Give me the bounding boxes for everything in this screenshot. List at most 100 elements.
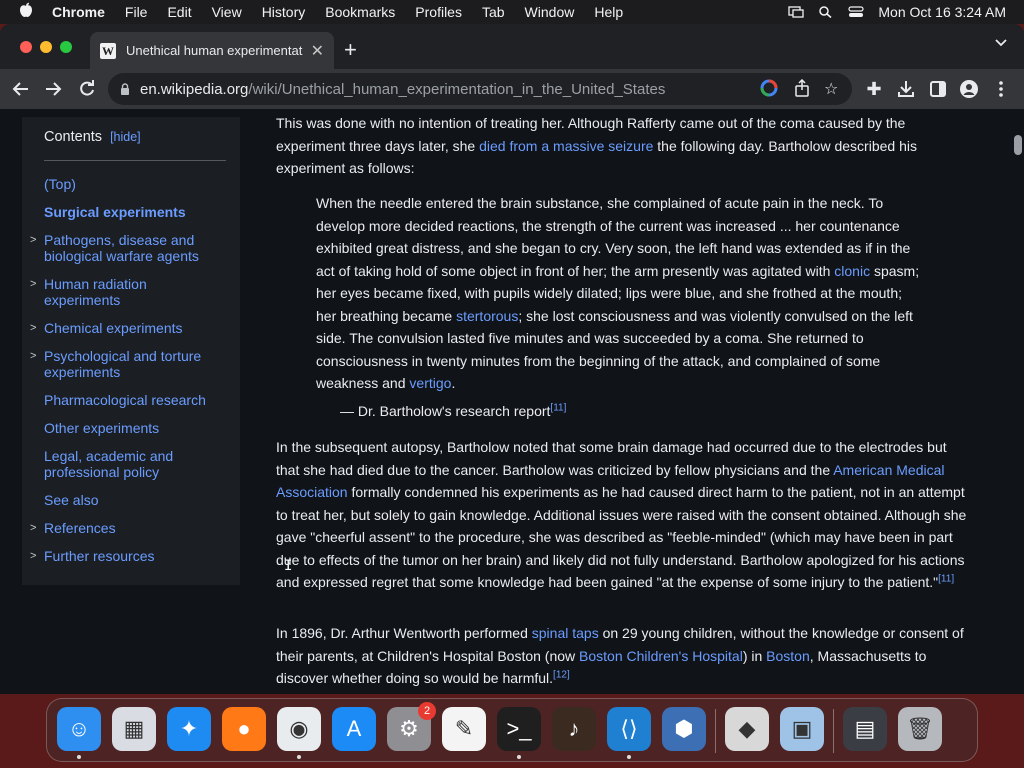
paragraph: In 1896, Dr. Arthur Wentworth performed … — [276, 622, 970, 690]
download-icon[interactable] — [897, 80, 915, 98]
dock-separator — [715, 709, 716, 753]
running-indicator — [77, 755, 81, 759]
running-indicator — [517, 755, 521, 759]
toc-expand-chevron-icon[interactable]: > — [30, 234, 36, 246]
toc-expand-chevron-icon[interactable]: > — [30, 278, 36, 290]
menu-edit[interactable]: Edit — [157, 4, 201, 20]
toc-expand-chevron-icon[interactable]: > — [30, 550, 36, 562]
paragraph-text: ) in — [742, 647, 767, 664]
finder-icon[interactable]: ☺ — [57, 707, 101, 751]
window-minimize-button[interactable] — [40, 41, 52, 53]
safari-icon[interactable]: ✦ — [167, 707, 211, 751]
paragraph: In the subsequent autopsy, Bartholow not… — [276, 436, 970, 594]
menu-history[interactable]: History — [252, 4, 316, 20]
toc-item-human-radiation[interactable]: Human radiation experiments — [44, 276, 220, 308]
link-spinal-taps[interactable]: spinal taps — [532, 625, 599, 641]
menu-tab[interactable]: Tab — [472, 4, 515, 20]
text-cursor-icon: I — [284, 558, 293, 574]
virtualbox-icon[interactable]: ⬢ — [662, 707, 706, 751]
toc-item-pathogens[interactable]: Pathogens, disease and biological warfar… — [44, 232, 220, 264]
spotlight-search-icon[interactable] — [818, 6, 834, 18]
back-arrow-icon[interactable] — [12, 81, 30, 97]
trash-icon[interactable]: 🗑 — [898, 707, 942, 751]
toc-item-other-experiments[interactable]: Other experiments — [44, 420, 220, 436]
toc-item-pharmacological[interactable]: Pharmacological research — [44, 392, 220, 408]
url-domain: en.wikipedia.org — [140, 80, 249, 98]
browser-tab-active[interactable]: W Unethical human experimentat ✕ — [90, 32, 334, 69]
menu-bookmarks[interactable]: Bookmarks — [315, 4, 405, 20]
downloads-stack-icon[interactable]: ▤ — [843, 707, 887, 751]
address-bar[interactable]: en.wikipedia.org/wiki/Unethical_human_ex… — [108, 73, 852, 105]
toc-item-see-also[interactable]: See also — [44, 492, 220, 508]
notification-badge: 2 — [418, 702, 436, 720]
garageband-icon[interactable]: ♪ — [552, 707, 596, 751]
status-area: Mon Oct 16 3:24 AM — [788, 0, 1024, 24]
menubar-clock[interactable]: Mon Oct 16 3:24 AM — [878, 4, 1006, 20]
side-panel-icon[interactable] — [930, 81, 946, 97]
system-settings-icon[interactable]: ⚙ 2 — [387, 702, 436, 751]
toc-expand-chevron-icon[interactable]: > — [30, 350, 36, 362]
chrome-icon[interactable]: ◉ — [277, 707, 321, 751]
textedit-icon[interactable]: ✎ — [442, 707, 486, 751]
link-boston[interactable]: Boston — [766, 648, 810, 664]
reload-icon[interactable] — [78, 80, 96, 98]
toc-item-surgical-experiments[interactable]: Surgical experiments — [44, 204, 220, 220]
link-clonic[interactable]: clonic — [834, 263, 870, 279]
screen-mirroring-icon[interactable] — [788, 6, 805, 18]
profile-avatar-icon[interactable] — [960, 80, 978, 98]
firefox-icon[interactable]: ● — [222, 707, 266, 751]
apple-menu-icon[interactable] — [0, 2, 52, 22]
control-center-icon[interactable] — [848, 6, 864, 18]
toc-item-further-resources[interactable]: Further resources — [44, 548, 220, 564]
preview-icon[interactable]: ▣ — [780, 707, 824, 751]
forward-arrow-icon[interactable] — [44, 81, 62, 97]
toc-item-psychological[interactable]: Psychological and torture experiments — [44, 348, 220, 380]
page-scrollbar-thumb[interactable] — [1014, 135, 1022, 155]
chrome-menu-kebab-icon[interactable] — [998, 80, 1004, 98]
extensions-puzzle-icon[interactable]: ✚ — [858, 79, 890, 100]
tab-close-icon[interactable]: ✕ — [311, 41, 324, 61]
vscode-icon[interactable]: ⟨⟩ — [607, 707, 651, 751]
window-close-button[interactable] — [20, 41, 32, 53]
link-boston-childrens-hospital[interactable]: Boston Children's Hospital — [579, 648, 743, 664]
toc-expand-chevron-icon[interactable]: > — [30, 322, 36, 334]
quote-text: When the needle entered the brain substa… — [316, 195, 911, 279]
citation-11[interactable]: [11] — [550, 402, 566, 413]
toc-expand-chevron-icon[interactable]: > — [30, 522, 36, 534]
quote-attribution: — Dr. Bartholow's research report[11] — [340, 400, 566, 423]
tab-title: Unethical human experimentat — [126, 43, 303, 58]
macos-menubar: Chrome File Edit View History Bookmarks … — [0, 0, 1024, 24]
menu-app-name[interactable]: Chrome — [52, 4, 115, 20]
link-died-from-seizure[interactable]: died from a massive seizure — [479, 138, 653, 154]
window-zoom-button[interactable] — [60, 41, 72, 53]
toc-item-top[interactable]: (Top) — [44, 176, 220, 192]
terminal-icon[interactable]: >_ — [497, 707, 541, 751]
app-store-icon[interactable]: A — [332, 707, 376, 751]
bookmark-star-icon[interactable]: ☆ — [824, 79, 838, 99]
citation-11[interactable]: [11] — [938, 573, 954, 584]
lock-icon[interactable] — [120, 82, 130, 96]
toc-header: Contents [hide] — [44, 129, 141, 145]
link-vertigo[interactable]: vertigo — [409, 375, 451, 391]
launchpad-icon[interactable]: ▦ — [112, 707, 156, 751]
link-stertorous[interactable]: stertorous — [456, 308, 518, 324]
menu-view[interactable]: View — [202, 4, 252, 20]
toc-item-references[interactable]: References — [44, 520, 220, 536]
menu-help[interactable]: Help — [584, 4, 633, 20]
wikipedia-favicon-icon: W — [100, 42, 116, 59]
menu-window[interactable]: Window — [515, 4, 585, 20]
citation-12[interactable]: [12] — [553, 669, 570, 680]
toc-hide-link[interactable]: [hide] — [110, 130, 141, 144]
toc-item-legal-policy[interactable]: Legal, academic and professional policy — [44, 448, 220, 480]
roblox-icon[interactable]: ◆ — [725, 707, 769, 751]
menu-file[interactable]: File — [115, 4, 158, 20]
google-lens-icon[interactable] — [760, 79, 778, 97]
menu-profiles[interactable]: Profiles — [405, 4, 472, 20]
toc-item-chemical[interactable]: Chemical experiments — [44, 320, 220, 336]
url-text[interactable]: en.wikipedia.org/wiki/Unethical_human_ex… — [140, 81, 665, 98]
table-of-contents: Contents [hide] (Top) Surgical experimen… — [22, 117, 240, 585]
browser-toolbar: en.wikipedia.org/wiki/Unethical_human_ex… — [0, 69, 1024, 109]
share-icon[interactable] — [794, 79, 810, 97]
new-tab-icon[interactable]: + — [344, 37, 357, 63]
tab-search-chevron-icon[interactable] — [994, 36, 1008, 50]
